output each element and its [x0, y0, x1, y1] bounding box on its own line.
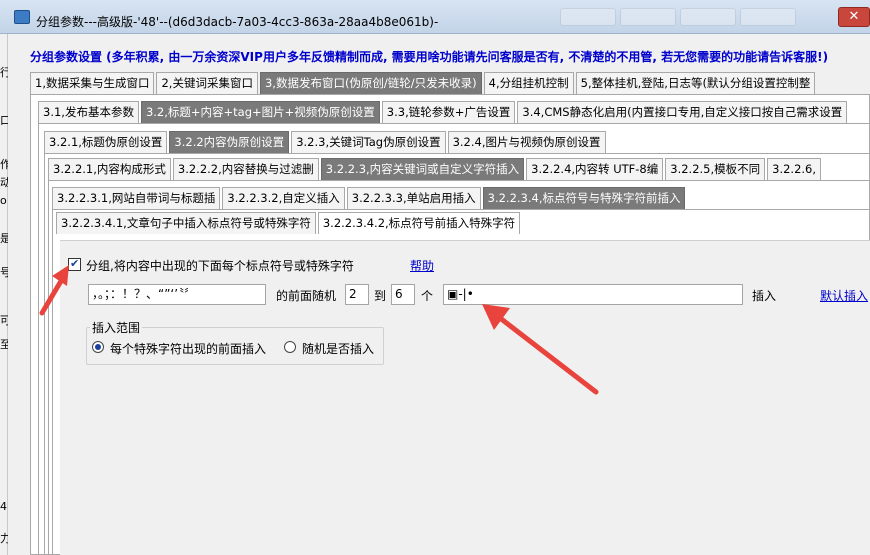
enable-checkbox-label: 分组,将内容中出现的下面每个标点符号或特殊字符 [86, 259, 354, 273]
special-chars-input[interactable]: ▣-|• [443, 284, 743, 305]
radio-selected-dot [95, 344, 101, 350]
parent-text: 可 [0, 314, 8, 327]
insert-label: 插入 [752, 289, 777, 303]
to-label: 到 [374, 289, 387, 303]
punctuation-input[interactable]: ，。；：！？、“”‘’〝〞 [88, 284, 266, 305]
background-tab [620, 8, 676, 26]
tab-title-rewrite[interactable]: 3.2.1,标题伪原创设置 [44, 131, 168, 153]
parent-text: 号 [0, 266, 8, 279]
tab-template[interactable]: 3.2.2.5,模板不同 [665, 158, 766, 180]
tab-group-control[interactable]: 4,分组挂机控制 [483, 72, 574, 94]
background-window-tabs [560, 8, 796, 28]
tab-content-replace[interactable]: 3.2.2.2,内容替换与过滤删 [172, 158, 319, 180]
insert-range-title: 插入范围 [90, 319, 143, 336]
window-title: 分组参数---高级版-'48'--(d6d3dacb-7a03-4cc3-863… [36, 15, 439, 29]
max-count-input[interactable]: 6 [391, 284, 415, 305]
tab-sentence-insert[interactable]: 3.2.2.3.4.1,文章句子中插入标点符号或特殊字符 [56, 212, 316, 234]
close-button[interactable]: ✕ [838, 7, 870, 27]
tab-content-rewrite[interactable]: 3.2.2内容伪原创设置 [169, 131, 290, 153]
tab-data-publish[interactable]: 3,数据发布窗口(伪原创/链轮/只发未收录) [259, 72, 482, 94]
tab-link-wheel-ads[interactable]: 3.3,链轮参数+广告设置 [381, 101, 516, 123]
settings-notice: 分组参数设置 (多年积累, 由一万余资深VIP用户多年反馈精制而成, 需要用啥功… [30, 50, 829, 64]
tabs-level5: 3.2.2.3.1,网站自带词与标题插 3.2.2.3.2,自定义插入 3.2.… [52, 187, 687, 209]
punctuation-insert-panel: ✔ 分组,将内容中出现的下面每个标点符号或特殊字符 帮助 ，。；：！？、“”‘’… [60, 240, 870, 555]
tab-single-site-insert[interactable]: 3.2.2.3.3,单站启用插入 [346, 187, 481, 209]
parent-text: 动 [0, 176, 8, 189]
parent-text: 行 [0, 66, 8, 79]
tab-cms-static[interactable]: 3.4,CMS静态化启用(内置接口专用,自定义接口按自己需求设置 [517, 101, 848, 123]
help-link[interactable]: 帮助 [410, 257, 434, 274]
tabs-level6: 3.2.2.3.4.1,文章句子中插入标点符号或特殊字符 3.2.2.3.4.2… [56, 212, 522, 234]
parent-text: 口 [0, 114, 8, 127]
background-tab [680, 8, 736, 26]
tab-utf8[interactable]: 3.2.2.4,内容转 UTF-8编 [526, 158, 664, 180]
tab-before-punctuation[interactable]: 3.2.2.3.4.2,标点符号前插入特殊字符 [317, 212, 521, 234]
check-icon: ✔ [70, 257, 80, 270]
tab-data-collection[interactable]: 1,数据采集与生成窗口 [30, 72, 155, 94]
default-insert-link[interactable]: 默认插入 [820, 287, 868, 304]
tab-image-video-rewrite[interactable]: 3.2.4,图片与视频伪原创设置 [447, 131, 606, 153]
tab-pseudo-original[interactable]: 3.2,标题+内容+tag+图片+视频伪原创设置 [140, 101, 380, 123]
settings-dialog: 分组参数设置 (多年积累, 由一万余资深VIP用户多年反馈精制而成, 需要用啥功… [8, 34, 870, 555]
parent-text: 是 [0, 232, 8, 245]
parent-text: o [0, 194, 7, 207]
tab-keyword-collection[interactable]: 2,关键词采集窗口 [156, 72, 258, 94]
tab-global-settings[interactable]: 5,整体挂机,登陆,日志等(默认分组设置控制整 [575, 72, 816, 94]
radio-each-occurrence-label: 每个特殊字符出现的前面插入 [110, 342, 267, 356]
background-tab [740, 8, 796, 26]
parent-text: 力 [0, 532, 8, 545]
enable-checkbox[interactable]: ✔ [68, 257, 81, 271]
parent-text: 至 [0, 338, 8, 351]
tab-content-structure[interactable]: 3.2.2.1,内容构成形式 [48, 158, 171, 180]
tab-site-words-title[interactable]: 3.2.2.3.1,网站自带词与标题插 [52, 187, 221, 209]
radio-random-insert-label: 随机是否插入 [302, 342, 375, 356]
radio-random-insert[interactable] [284, 341, 296, 353]
tab-content-insert[interactable]: 3.2.2.3,内容关键词或自定义字符插入 [320, 158, 525, 180]
parent-text: 4 [0, 500, 7, 513]
window-titlebar: 分组参数---高级版-'48'--(d6d3dacb-7a03-4cc3-863… [0, 0, 870, 34]
before-random-label: 的前面随机 [276, 289, 337, 303]
unit-label: 个 [421, 289, 434, 303]
radio-each-occurrence[interactable] [92, 341, 104, 353]
tab-publish-basic[interactable]: 3.1,发布基本参数 [38, 101, 139, 123]
parent-text: 作 [0, 158, 8, 171]
parent-window-edge: 行 口 作 动 o 是 号 可 至 4 力 [0, 34, 8, 555]
tab-more[interactable]: 3.2.2.6, [767, 158, 822, 180]
tabs-level3: 3.2.1,标题伪原创设置 3.2.2内容伪原创设置 3.2.3,关键词Tag伪… [44, 131, 608, 153]
tabs-level1: 1,数据采集与生成窗口 2,关键词采集窗口 3,数据发布窗口(伪原创/链轮/只发… [30, 72, 817, 94]
tab-custom-insert[interactable]: 3.2.2.3.2,自定义插入 [222, 187, 345, 209]
min-count-input[interactable]: 2 [345, 284, 369, 305]
tab-keyword-tag-rewrite[interactable]: 3.2.3,关键词Tag伪原创设置 [291, 131, 446, 153]
background-tab [560, 8, 616, 26]
tabs-level4: 3.2.2.1,内容构成形式 3.2.2.2,内容替换与过滤删 3.2.2.3,… [48, 158, 823, 180]
app-icon [14, 10, 30, 24]
tabs-level2: 3.1,发布基本参数 3.2,标题+内容+tag+图片+视频伪原创设置 3.3,… [38, 101, 849, 123]
tab-punctuation-insert[interactable]: 3.2.2.3.4,标点符号与特殊字符前插入 [482, 187, 686, 209]
